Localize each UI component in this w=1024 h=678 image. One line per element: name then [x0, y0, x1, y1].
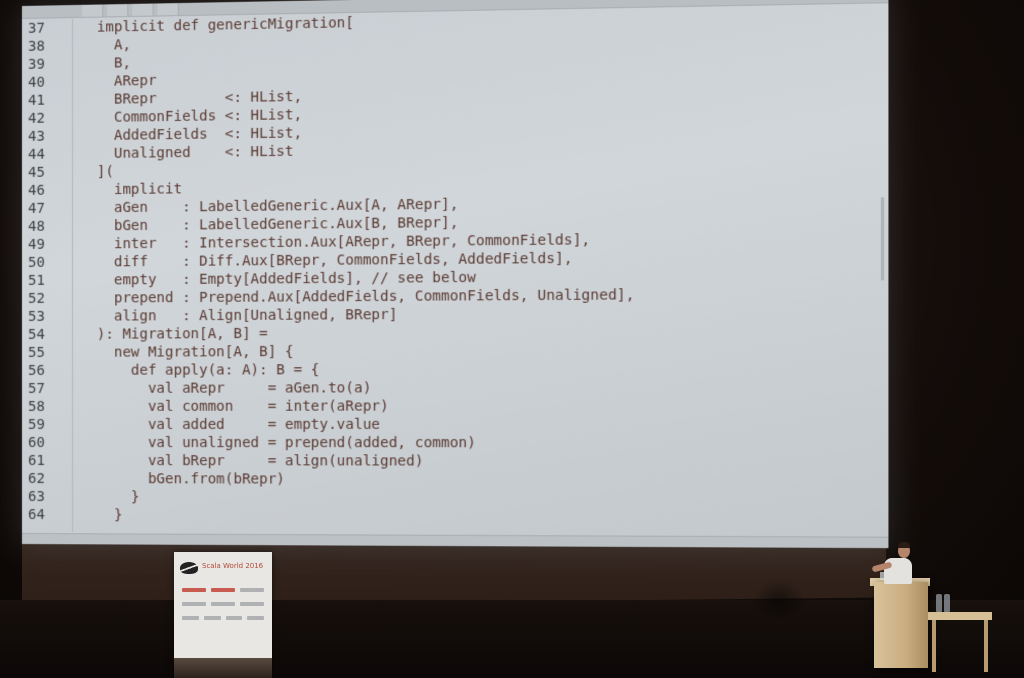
sponsor-logo: [182, 616, 199, 620]
code-text: val aRepr = aGen.to(a): [80, 380, 372, 397]
code-text: ARepr: [80, 72, 157, 91]
code-text: val common = inter(aRepr): [80, 398, 389, 415]
code-text: new Migration[A, B] {: [80, 343, 294, 361]
line-number: 50: [27, 254, 45, 271]
table-leg: [984, 620, 988, 672]
line-number: 57: [27, 380, 45, 397]
sponsor-logo: [211, 588, 235, 592]
code-line: 60 val unaligned = prepend(added, common…: [22, 434, 888, 453]
code-line: 62 bGen.from(bRepr): [22, 470, 888, 490]
code-text: }: [80, 507, 123, 524]
stage-floor: [0, 600, 1024, 678]
side-table: [928, 612, 992, 620]
line-number: 47: [27, 200, 45, 217]
line-number: 60: [27, 434, 45, 452]
code-text: align : Align[Unaligned, BRepr]: [80, 306, 398, 325]
speaker-shadow: [754, 580, 804, 620]
line-number: 42: [27, 110, 45, 127]
speaker-hair: [898, 542, 910, 548]
line-number: 58: [27, 398, 45, 415]
banner-base: [174, 658, 272, 678]
sponsor-logo: [182, 602, 206, 606]
code-line: 64 }: [22, 506, 888, 527]
line-number: 62: [27, 471, 45, 488]
code-text: B,: [80, 55, 131, 73]
editor-tab: [82, 4, 104, 17]
line-number: 56: [27, 362, 45, 379]
line-number: 41: [27, 92, 45, 109]
water-bottle: [936, 594, 942, 612]
sponsor-logo: [240, 602, 264, 606]
line-number: 61: [27, 453, 45, 470]
code-text: implicit: [80, 181, 183, 199]
editor-tab: [107, 4, 129, 17]
code-line: 56 def apply(a: A): B = {: [22, 359, 888, 380]
line-number: 40: [27, 74, 45, 91]
scala-logo-icon: [180, 562, 198, 574]
conference-stage: 37 implicit def genericMigration[38 A, 39…: [0, 0, 1024, 678]
sponsor-logo: [247, 616, 264, 620]
sponsor-row: [182, 602, 264, 606]
line-number: 37: [27, 20, 45, 37]
code-text: ): Migration[A, B] =: [80, 325, 268, 343]
table-leg: [932, 620, 936, 672]
line-number: 48: [27, 218, 45, 235]
code-text: ](: [80, 163, 114, 181]
water-bottle: [944, 594, 950, 612]
line-number: 51: [27, 272, 45, 289]
code-text: val bRepr = align(unaligned): [80, 453, 424, 470]
line-number: 64: [27, 507, 45, 524]
code-text: }: [80, 489, 140, 506]
line-number: 49: [27, 236, 45, 253]
line-number: 39: [27, 56, 45, 73]
sponsor-logo: [203, 616, 221, 620]
line-number: 53: [27, 308, 45, 325]
line-number: 45: [27, 164, 45, 181]
speaker: [870, 542, 918, 592]
sponsor-row: [182, 616, 264, 620]
code-line: 57 val aRepr = aGen.to(a): [22, 378, 888, 398]
code-text: A,: [80, 37, 131, 55]
projected-code-editor: 37 implicit def genericMigration[38 A, 39…: [22, 0, 889, 549]
code-text: val unaligned = prepend(added, common): [80, 434, 476, 452]
line-number: 55: [27, 344, 45, 361]
banner-title: Scala World 2016: [202, 562, 264, 570]
event-banner: Scala World 2016: [174, 552, 272, 678]
sponsor-logo: [182, 588, 206, 592]
code-line: 59 val added = empty.value: [22, 415, 888, 434]
sponsor-row: [182, 588, 264, 592]
editor-tab: [157, 3, 179, 16]
line-number: 52: [27, 290, 45, 307]
editor-scrollbar: [880, 197, 885, 281]
line-number: 54: [27, 326, 45, 343]
line-number: 38: [27, 38, 45, 55]
code-line: 61 val bRepr = align(unaligned): [22, 452, 888, 471]
sponsor-logo: [211, 602, 235, 606]
podium: [874, 582, 928, 668]
sponsor-logo: [225, 616, 243, 620]
sponsor-logo: [240, 588, 264, 592]
line-number: 59: [27, 416, 45, 433]
code-text: def apply(a: A): B = {: [80, 362, 320, 379]
code-line: 58 val common = inter(aRepr): [22, 397, 888, 416]
line-number: 63: [27, 489, 45, 506]
line-number: 44: [27, 146, 45, 163]
line-number: 43: [27, 128, 45, 145]
line-number: 46: [27, 182, 45, 199]
code-text: val added = empty.value: [80, 416, 381, 433]
code-text: bGen.from(bRepr): [80, 471, 285, 488]
editor-tab: [132, 3, 154, 16]
